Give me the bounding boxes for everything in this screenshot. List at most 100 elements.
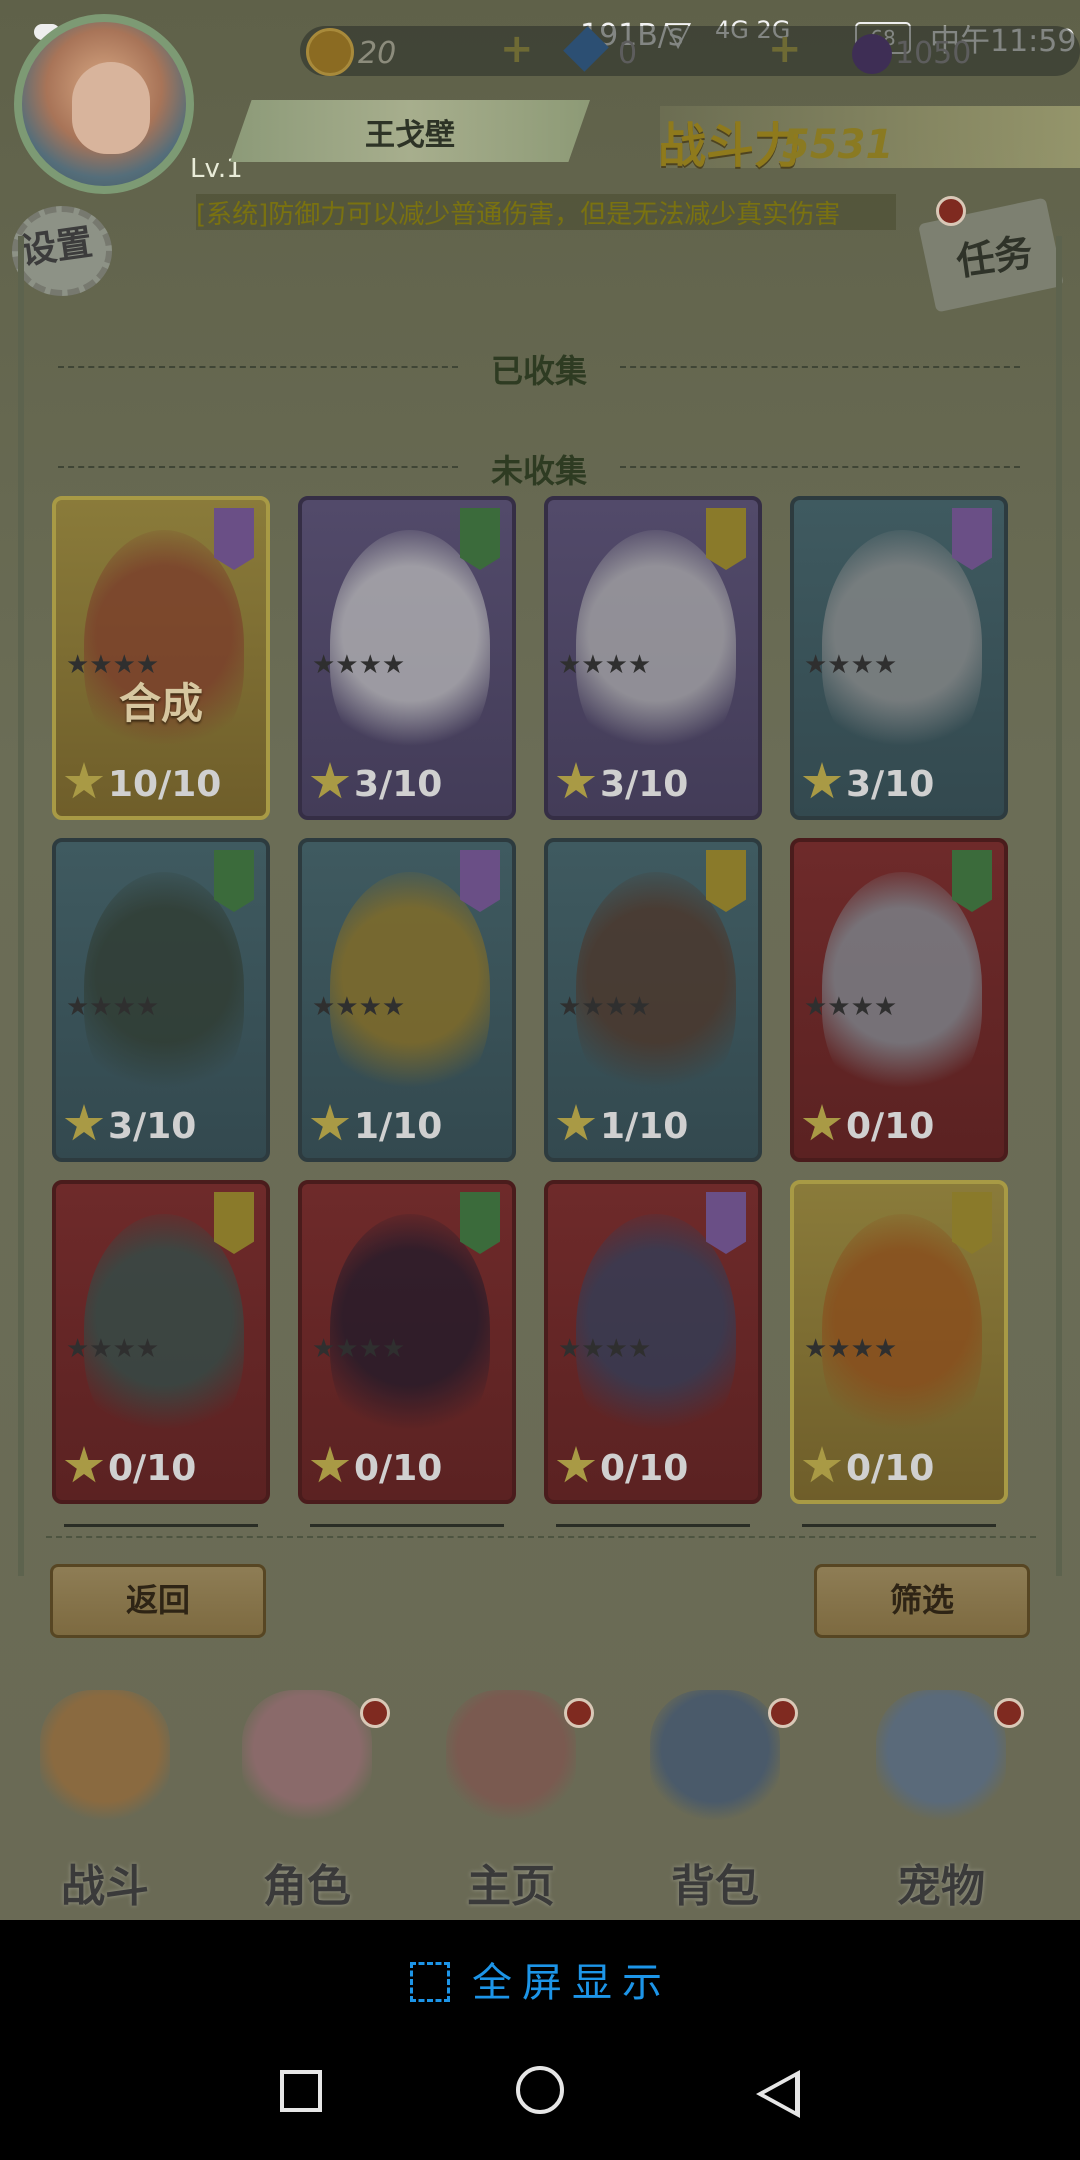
moon-icon [852, 34, 892, 74]
fragment-star-icon [802, 1104, 842, 1141]
fragment-count-text: 0/10 [846, 1106, 935, 1147]
pet-card[interactable]: ★★★★ 1/10 [298, 838, 516, 1162]
synthesize-label: 合成 [118, 679, 203, 728]
backpack-icon [650, 1690, 780, 1820]
card-underline [64, 1524, 258, 1527]
fragment-star-icon [802, 1446, 842, 1483]
fullscreen-label: 全屏显示 [472, 1960, 672, 2006]
rarity-badge-icon [706, 508, 746, 570]
pet-art [576, 1214, 736, 1444]
fragment-star-icon [310, 1446, 350, 1483]
pet-card[interactable]: ★★★★ 0/10 [544, 1180, 762, 1504]
uncollected-section-header: 未收集 [58, 446, 1020, 490]
collected-section-header: 已收集 [58, 346, 1020, 390]
add-coins-button[interactable]: + [500, 26, 534, 72]
battle-icon [40, 1690, 170, 1820]
rarity-badge-icon [214, 1192, 254, 1254]
fragment-star-icon [64, 1446, 104, 1483]
power-value: 5531 [782, 122, 894, 168]
rarity-badge-icon [706, 850, 746, 912]
fragment-count-text: 0/10 [600, 1448, 689, 1489]
coin-icon [306, 28, 354, 76]
player-avatar[interactable] [14, 14, 194, 194]
pet-card[interactable]: ★★★★ 3/10 [298, 496, 516, 820]
home-button[interactable] [516, 2066, 564, 2114]
star-rating: ★★★★ [804, 992, 897, 1023]
back-nav-button[interactable] [756, 2070, 800, 2118]
nav-item-character[interactable]: 角色 [212, 1650, 402, 1920]
fragment-star-icon [556, 1446, 596, 1483]
pet-card[interactable]: ★★★★ 0/10 [790, 838, 1008, 1162]
pet-art [576, 872, 736, 1102]
expand-icon [410, 1962, 450, 2002]
pet-art [576, 530, 736, 760]
rarity-badge-icon [460, 1192, 500, 1254]
nav-item-home-pagoda[interactable]: 主页 [416, 1650, 606, 1920]
fragment-star-icon [64, 762, 104, 799]
fragment-count: 3/10 [556, 762, 688, 810]
star-rating: ★★★★ [312, 992, 405, 1023]
pet-icon [876, 1690, 1006, 1820]
add-gems-button[interactable]: + [768, 26, 802, 72]
rarity-badge-icon [460, 850, 500, 912]
nav-item-pet[interactable]: 宠物 [846, 1650, 1036, 1920]
rarity-badge-icon [460, 508, 500, 570]
pet-card[interactable]: ★★★★合成10/10 [52, 496, 270, 820]
pet-art [330, 530, 490, 760]
star-rating: ★★★★ [804, 1334, 897, 1365]
fragment-star-icon [556, 1104, 596, 1141]
player-name: 王戈壁 [365, 118, 455, 153]
recent-apps-button[interactable] [280, 2070, 322, 2112]
star-rating: ★★★★ [558, 650, 651, 681]
fragment-count-text: 10/10 [108, 764, 222, 805]
nav-label: 宠物 [897, 1861, 985, 1912]
nav-item-backpack[interactable]: 背包 [620, 1650, 810, 1920]
fragment-star-icon [802, 762, 842, 799]
nav-label: 角色 [263, 1861, 351, 1912]
pet-art [84, 872, 244, 1102]
pet-card[interactable]: ★★★★ 3/10 [544, 496, 762, 820]
fragment-count: 0/10 [802, 1446, 934, 1494]
star-rating: ★★★★ [558, 992, 651, 1023]
fragment-count-text: 0/10 [846, 1448, 935, 1489]
nav-label: 主页 [467, 1861, 555, 1912]
bottom-divider [46, 1536, 1036, 1538]
notification-dot [936, 196, 966, 226]
star-rating: ★★★★ [558, 1334, 651, 1365]
pet-art [822, 1214, 982, 1444]
star-rating: ★★★★ [66, 992, 159, 1023]
fragment-count-text: 1/10 [354, 1106, 443, 1147]
fragment-count-text: 0/10 [354, 1448, 443, 1489]
power-label: 战斗力 [658, 118, 803, 174]
rarity-badge-icon [952, 1192, 992, 1254]
fragment-star-icon [310, 1104, 350, 1141]
notification-dot [360, 1698, 390, 1728]
pet-card[interactable]: ★★★★ 1/10 [544, 838, 762, 1162]
nav-item-battle[interactable]: 战斗 [10, 1650, 200, 1920]
pet-card[interactable]: ★★★★ 3/10 [52, 838, 270, 1162]
fullscreen-button[interactable]: 全屏显示 [410, 1950, 672, 2010]
pet-card[interactable]: ★★★★ 0/10 [52, 1180, 270, 1504]
fragment-count-text: 0/10 [108, 1448, 197, 1489]
pet-card[interactable]: ★★★★ 0/10 [298, 1180, 516, 1504]
fragment-count-text: 3/10 [108, 1106, 197, 1147]
pet-art [822, 872, 982, 1102]
fragment-count: 3/10 [64, 1104, 196, 1152]
fragment-count-text: 3/10 [354, 764, 443, 805]
pet-art [330, 872, 490, 1102]
star-rating: ★★★★ [66, 1334, 159, 1365]
back-button[interactable]: 返回 [50, 1564, 266, 1638]
fragment-count: 0/10 [64, 1446, 196, 1494]
fragment-count-text: 3/10 [600, 764, 689, 805]
notification-dot [564, 1698, 594, 1728]
filter-button[interactable]: 筛选 [814, 1564, 1030, 1638]
pet-card[interactable]: ★★★★ 0/10 [790, 1180, 1008, 1504]
fragment-count: 0/10 [310, 1446, 442, 1494]
pet-card[interactable]: ★★★★ 3/10 [790, 496, 1008, 820]
rarity-badge-icon [952, 508, 992, 570]
pet-art [822, 530, 982, 760]
pet-art [84, 1214, 244, 1444]
gem-count: 0 [618, 36, 638, 71]
rarity-badge-icon [214, 508, 254, 570]
fragment-count-text: 1/10 [600, 1106, 689, 1147]
